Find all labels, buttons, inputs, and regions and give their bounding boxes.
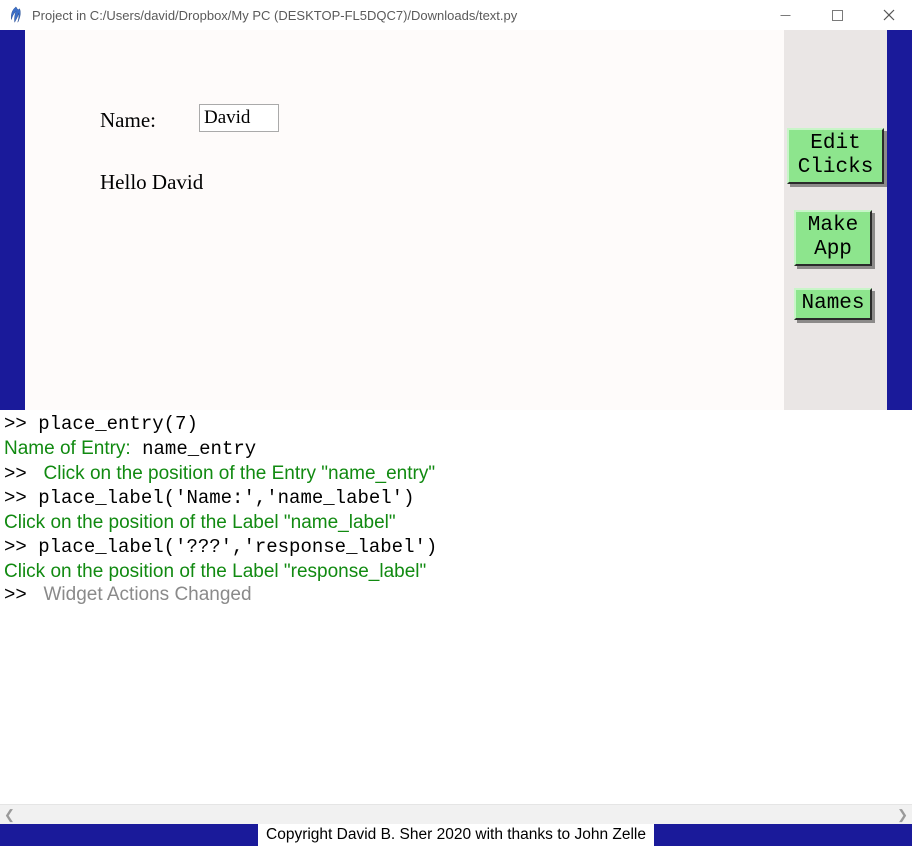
maximize-icon (832, 10, 843, 21)
names-button[interactable]: Names (794, 288, 872, 320)
maximize-button[interactable] (822, 0, 852, 30)
footer-frame: Copyright David B. Sher 2020 with thanks… (0, 824, 912, 846)
name-label: Name: (100, 108, 156, 133)
console-text: Click on the position of the Label "resp… (4, 561, 426, 582)
console-line: >> place_label('Name:','name_label') (4, 486, 908, 511)
make-app-button[interactable]: Make App (794, 210, 872, 266)
console-line: >> Widget Actions Changed (4, 583, 908, 608)
edit-clicks-button[interactable]: Edit Clicks (787, 128, 884, 184)
console-text: >> (4, 536, 38, 558)
console-text: Click on the position of the Label "name… (4, 512, 396, 533)
close-button[interactable] (874, 0, 904, 30)
console-line: Click on the position of the Label "resp… (4, 560, 908, 584)
window-title: Project in C:/Users/david/Dropbox/My PC … (32, 8, 760, 23)
horizontal-scrollbar[interactable]: ❮ ❯ (0, 804, 912, 824)
console-text: place_label('???','response_label') (38, 536, 437, 558)
side-panel: Edit Clicks Make App Names (784, 30, 887, 410)
copyright-label: Copyright David B. Sher 2020 with thanks… (258, 824, 654, 846)
app-canvas[interactable]: Name: Hello David (25, 30, 784, 410)
console-line: Name of Entry: name_entry (4, 437, 908, 462)
minimize-button[interactable] (770, 0, 800, 30)
name-entry[interactable] (199, 104, 279, 132)
tk-feather-icon (8, 6, 24, 24)
console-line: >> Click on the position of the Entry "n… (4, 462, 908, 487)
window-titlebar: Project in C:/Users/david/Dropbox/My PC … (0, 0, 912, 30)
console-text (131, 438, 142, 460)
minimize-icon (780, 10, 791, 21)
console-text: place_label('Name:','name_label') (38, 487, 414, 509)
console-text: name_entry (142, 438, 256, 460)
app-frame: Name: Hello David Edit Clicks Make App N… (0, 30, 912, 410)
console-line: >> place_entry(7) (4, 412, 908, 437)
console-text: Widget Actions Changed (38, 584, 251, 605)
console-text: >> (4, 463, 38, 485)
console-text: Name of Entry: (4, 438, 131, 459)
console-line: Click on the position of the Label "name… (4, 511, 908, 535)
scroll-left-icon[interactable]: ❮ (4, 807, 15, 823)
console-text: >> (4, 487, 38, 509)
close-icon (883, 9, 895, 21)
console-text: Click on the position of the Entry "name… (38, 463, 435, 484)
console-text: >> (4, 584, 38, 606)
console-output[interactable]: >> place_entry(7)Name of Entry: name_ent… (0, 410, 912, 804)
app-canvas-area: Name: Hello David Edit Clicks Make App N… (25, 30, 887, 410)
console-text: place_entry(7) (38, 413, 198, 435)
console-line: >> place_label('???','response_label') (4, 535, 908, 560)
console-text: >> (4, 413, 38, 435)
window-controls (770, 0, 904, 30)
response-label: Hello David (100, 170, 203, 195)
scroll-right-icon[interactable]: ❯ (897, 807, 908, 823)
